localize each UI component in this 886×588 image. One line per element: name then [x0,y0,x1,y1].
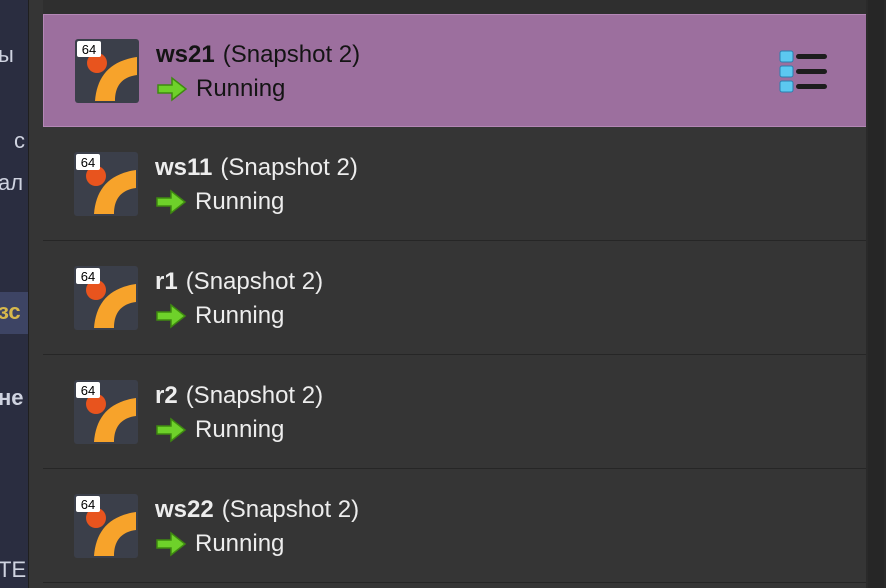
vm-state: Running [155,528,284,560]
bit-badge-label: 64 [81,497,95,512]
os-type-64bit-icon: 64 [74,152,138,216]
vm-list-item-r2[interactable]: 64 r2 (Snapshot 2) Running [43,356,867,469]
vm-snapshot: (Snapshot 2) [221,496,360,523]
vm-snapshot: (Snapshot 2) [222,41,361,68]
vm-list-item-ws22[interactable]: 64 ws22 (Snapshot 2) Running [43,470,867,583]
vm-list-item-ws11[interactable]: 64 ws11 (Snapshot 2) Running [43,128,867,241]
vm-state: Running [155,186,284,218]
vm-name-line: r2 (Snapshot 2) [155,382,323,410]
vertical-scrollbar[interactable] [866,0,886,588]
bit-badge-label: 64 [82,42,96,57]
vm-state: Running [156,73,285,105]
running-arrow-icon [156,417,187,443]
background-text: зс [0,299,21,324]
machine-tools-menu-icon[interactable] [778,47,830,95]
vm-list-item-ws21[interactable]: 64 ws21 (Snapshot 2) Running [43,14,867,127]
background-text: не [0,385,24,410]
vm-state: Running [155,414,284,446]
vm-name-line: r1 (Snapshot 2) [155,268,323,296]
os-type-64bit-icon: 64 [74,266,138,330]
vm-name: ws11 [155,154,213,181]
bit-badge-label: 64 [81,269,95,284]
running-arrow-icon [157,76,188,102]
vm-state: Running [155,300,284,332]
scrollbar-track[interactable] [868,0,884,588]
running-arrow-icon [156,531,187,557]
list-top-edge [43,0,867,15]
os-type-64bit-icon: 64 [75,39,139,103]
vm-state-label: Running [195,416,285,443]
bit-badge-label: 64 [81,155,95,170]
vm-state-label: Running [195,302,285,329]
background-text: с [14,128,25,153]
vm-name-line: ws11 (Snapshot 2) [155,154,358,182]
vm-snapshot: (Snapshot 2) [185,268,324,295]
vm-state-label: Running [196,75,286,102]
vm-name: r1 [155,268,178,295]
vm-list-panel: 64 ws21 (Snapshot 2) Running 64 ws11 (Sn… [28,0,867,588]
bit-badge-label: 64 [81,383,95,398]
background-text: ал [0,170,24,195]
running-arrow-icon [156,189,187,215]
vm-list-item-r1[interactable]: 64 r1 (Snapshot 2) Running [43,242,867,355]
vm-snapshot: (Snapshot 2) [220,154,358,181]
vm-name: ws21 [156,41,215,68]
vm-name: ws22 [155,496,214,523]
vm-state-label: Running [195,530,285,557]
vm-snapshot: (Snapshot 2) [185,382,324,409]
vm-name-line: ws21 (Snapshot 2) [156,41,360,69]
os-type-64bit-icon: 64 [74,380,138,444]
background-text: ы [0,42,14,67]
background-window: ы с ал зс не ТЕ [0,0,28,588]
background-text: ТЕ [0,557,27,582]
vm-name-line: ws22 (Snapshot 2) [155,496,359,524]
os-type-64bit-icon: 64 [74,494,138,558]
vm-state-label: Running [195,188,285,215]
vm-name: r2 [155,382,178,409]
running-arrow-icon [156,303,187,329]
